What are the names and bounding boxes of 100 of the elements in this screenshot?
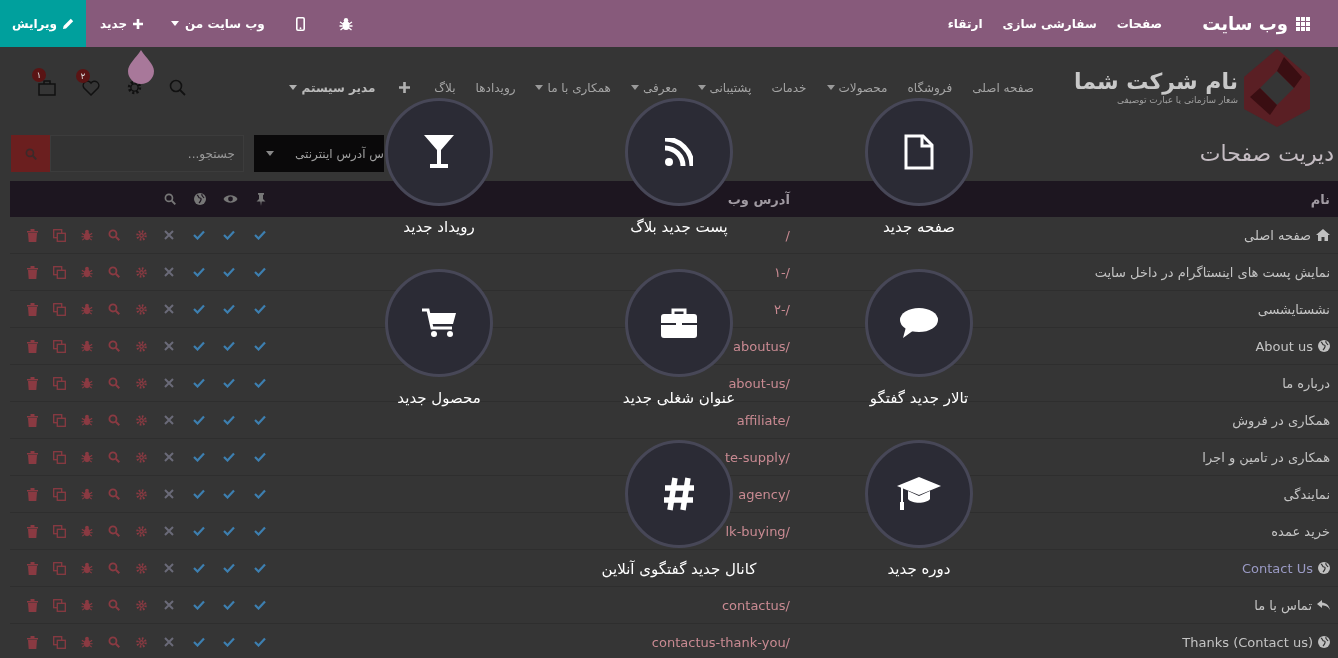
check-icon[interactable] (223, 526, 236, 536)
check-icon[interactable] (223, 637, 236, 647)
check-icon[interactable] (253, 637, 266, 647)
check-icon[interactable] (223, 415, 236, 425)
sort-dropdown[interactable]: س آدرس اینترنتی (254, 135, 384, 172)
edit-button[interactable]: ویرایش (0, 0, 86, 47)
cross-icon[interactable] (164, 267, 175, 277)
heart-icon[interactable] (82, 79, 100, 96)
trash-icon[interactable] (27, 376, 39, 390)
user-menu[interactable]: مدیر سیستم (288, 80, 376, 95)
search-icon[interactable] (107, 525, 120, 537)
copy-icon[interactable] (53, 413, 67, 427)
page-url[interactable]: agency/ (738, 486, 790, 502)
nav-link[interactable]: همکاری با ما (535, 80, 611, 95)
check-icon[interactable] (223, 378, 236, 388)
check-icon[interactable] (253, 415, 266, 425)
new-content-label[interactable]: دوره جدید (887, 560, 951, 578)
check-icon[interactable] (192, 600, 205, 610)
website-dropdown[interactable]: وب سایت من (157, 0, 279, 47)
new-content-label[interactable]: کانال جدید گفتگوی آنلاین (601, 560, 757, 578)
trash-icon[interactable] (27, 635, 39, 649)
search-button[interactable] (11, 135, 50, 172)
check-icon[interactable] (253, 267, 266, 277)
check-icon[interactable] (223, 600, 236, 610)
column-header[interactable]: آدرس وب (727, 191, 790, 207)
trash-icon[interactable] (27, 339, 39, 353)
check-icon[interactable] (253, 526, 266, 536)
cross-icon[interactable] (164, 600, 175, 610)
search-icon[interactable] (169, 79, 186, 96)
search-icon[interactable] (107, 340, 120, 352)
bug-icon[interactable] (338, 16, 353, 31)
trash-icon[interactable] (27, 524, 39, 538)
trash-icon[interactable] (27, 487, 39, 501)
check-icon[interactable] (253, 304, 266, 314)
page-url[interactable]: / (785, 227, 790, 243)
page-name[interactable]: About us (1255, 338, 1313, 354)
page-name[interactable]: Contact Us (1242, 560, 1313, 576)
check-icon[interactable] (223, 452, 236, 462)
new-content-label[interactable]: صفحه جدید (883, 218, 955, 236)
plus-icon[interactable] (399, 82, 411, 93)
page-url[interactable]: contactus/ (721, 597, 790, 613)
cross-icon[interactable] (164, 230, 175, 240)
mobile-icon[interactable] (295, 16, 305, 31)
cross-icon[interactable] (164, 415, 175, 425)
search-icon[interactable] (107, 451, 120, 463)
new-content-label[interactable]: رویداد جدید (403, 218, 475, 236)
copy-icon[interactable] (53, 228, 67, 242)
check-icon[interactable] (253, 563, 266, 573)
cross-icon[interactable] (164, 637, 175, 647)
check-icon[interactable] (192, 637, 205, 647)
trash-icon[interactable] (27, 302, 39, 316)
nav-link[interactable]: رویدادها (475, 80, 516, 95)
page-url[interactable]: aboutus/ (733, 338, 790, 354)
column-header[interactable]: نام (1310, 191, 1330, 207)
top-menu-item[interactable]: ارتقاء (947, 16, 983, 31)
page-url[interactable]: contactus-thank-you/ (651, 634, 790, 650)
page-name[interactable]: تماس با ما (1254, 597, 1312, 613)
check-icon[interactable] (253, 452, 266, 462)
page-name[interactable]: نمایش پست های اینستاگرام در داخل سایت (1094, 264, 1330, 280)
check-icon[interactable] (192, 378, 205, 388)
search-icon[interactable] (107, 488, 120, 500)
page-name[interactable]: همکاری در فروش (1232, 412, 1330, 428)
search-field[interactable]: جستجو... (50, 135, 244, 172)
nav-link[interactable]: خدمات (771, 80, 807, 95)
top-menu-item[interactable]: صفحات (1116, 16, 1163, 31)
check-icon[interactable] (192, 267, 205, 277)
cross-icon[interactable] (164, 489, 175, 499)
search-icon[interactable] (107, 414, 120, 426)
check-icon[interactable] (192, 452, 205, 462)
page-url[interactable]: affiliate/ (736, 412, 790, 428)
cross-icon[interactable] (164, 452, 175, 462)
page-name[interactable]: درباره ما (1282, 375, 1330, 391)
search-icon[interactable] (107, 599, 120, 611)
nav-link[interactable]: معرفی (630, 80, 678, 95)
page-url[interactable]: ۱-/ (773, 264, 790, 280)
new-content-label[interactable]: عنوان شغلی جدید (622, 389, 736, 407)
check-icon[interactable] (192, 415, 205, 425)
check-icon[interactable] (253, 600, 266, 610)
check-icon[interactable] (192, 304, 205, 314)
copy-icon[interactable] (53, 524, 67, 538)
check-icon[interactable] (192, 341, 205, 351)
copy-icon[interactable] (53, 302, 67, 316)
check-icon[interactable] (253, 230, 266, 240)
nav-link[interactable]: صفحه اصلی (972, 80, 1034, 95)
top-menu-item[interactable]: سفارشی سازی (1002, 16, 1097, 31)
search-icon[interactable] (107, 377, 120, 389)
cross-icon[interactable] (164, 304, 175, 314)
copy-icon[interactable] (53, 561, 67, 575)
app-title[interactable]: وب سایت (1202, 13, 1310, 34)
search-icon[interactable] (107, 636, 120, 648)
nav-link[interactable]: بلاگ (434, 80, 456, 95)
check-icon[interactable] (223, 489, 236, 499)
page-name[interactable]: نشستایشسی (1257, 301, 1330, 317)
page-name[interactable]: همکاری در تامین و اجرا (1202, 449, 1330, 465)
cross-icon[interactable] (164, 563, 175, 573)
trash-icon[interactable] (27, 265, 39, 279)
nav-link[interactable]: پشتیبانی (697, 80, 752, 95)
page-name[interactable]: نمایندگی (1283, 486, 1330, 502)
check-icon[interactable] (192, 563, 205, 573)
check-icon[interactable] (192, 230, 205, 240)
